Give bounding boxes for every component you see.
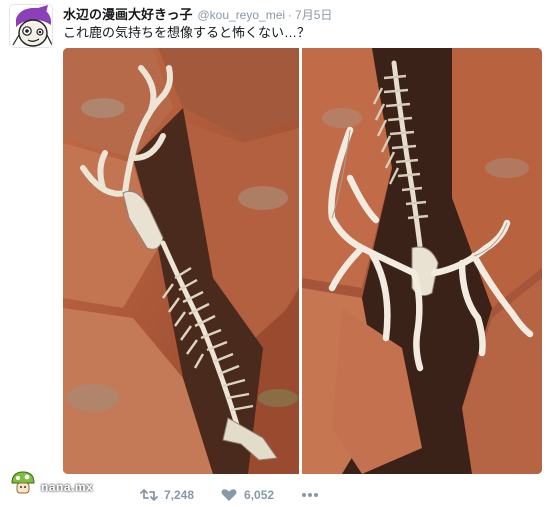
- deer-skeleton-right-image: [302, 48, 542, 474]
- user-handle[interactable]: @kou_reyo_mei: [197, 8, 285, 22]
- avatar-icon: [10, 5, 52, 47]
- avatar[interactable]: [9, 4, 53, 48]
- tweet-text: これ鹿の気持ちを想像すると怖くない…？: [63, 25, 311, 40]
- mushroom-logo-icon: [11, 471, 35, 494]
- deer-skeleton-left-image: [63, 48, 299, 474]
- photo-deer-skeleton-right[interactable]: [302, 48, 542, 474]
- like-count: 6,052: [244, 488, 275, 502]
- photo-deer-skeleton-left[interactable]: [63, 48, 299, 474]
- tweet-actions: 7,248 6,052: [140, 486, 346, 504]
- tweet-header: 水辺の漫画大好きっ子 @kou_reyo_mei · 7月5日: [63, 4, 332, 22]
- tweet-card: 水辺の漫画大好きっ子 @kou_reyo_mei · 7月5日 これ鹿の気持ちを…: [0, 0, 550, 507]
- tweet-date[interactable]: 7月5日: [295, 6, 332, 23]
- watermark-text: nana.mx: [41, 480, 94, 494]
- separator-dot: ·: [288, 8, 293, 22]
- more-button[interactable]: [300, 488, 320, 502]
- retweet-button[interactable]: 7,248: [140, 488, 194, 502]
- retweet-count: 7,248: [164, 488, 195, 502]
- more-dots-icon: [302, 493, 319, 497]
- like-button[interactable]: 6,052: [220, 488, 274, 502]
- retweet-icon: [140, 489, 158, 501]
- heart-icon: [221, 489, 237, 501]
- display-name[interactable]: 水辺の漫画大好きっ子: [63, 4, 192, 23]
- tweet-media: [63, 48, 542, 474]
